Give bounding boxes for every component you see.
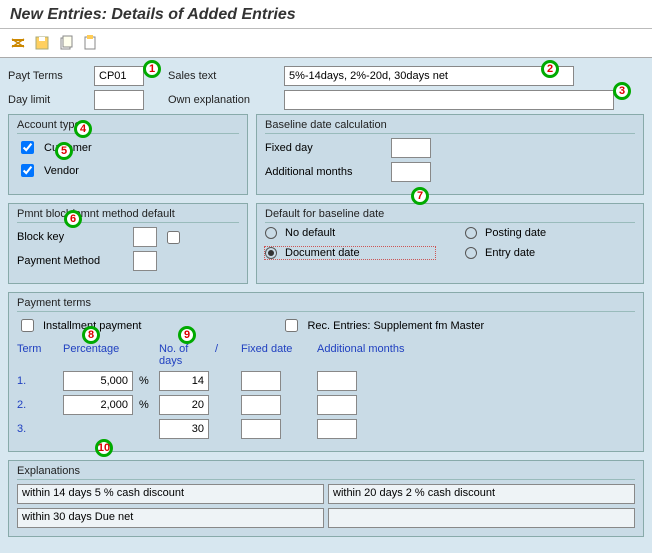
installment-checkbox[interactable] — [21, 319, 34, 332]
fixed-input-1[interactable] — [241, 371, 281, 391]
pct-input-1[interactable] — [63, 371, 133, 391]
days-input-3[interactable] — [159, 419, 209, 439]
block-key-input[interactable] — [133, 227, 157, 247]
col-days: No. of days — [159, 343, 209, 367]
col-term: Term — [17, 343, 57, 367]
paste-icon[interactable] — [82, 35, 98, 51]
marker-8: 8 — [82, 326, 100, 344]
day-limit-label: Day limit — [8, 94, 88, 106]
payt-terms-input[interactable] — [94, 66, 144, 86]
toolbar — [0, 29, 652, 58]
row-num: 1. — [17, 375, 57, 387]
pmnt-block-title: Pmnt block/pmnt method default — [17, 208, 239, 223]
marker-9: 9 — [178, 326, 196, 344]
fixed-day-label: Fixed day — [265, 142, 385, 154]
days-input-2[interactable] — [159, 395, 209, 415]
payment-terms-title: Payment terms — [17, 297, 635, 312]
row-num: 2. — [17, 399, 57, 411]
radio-document-date[interactable]: Document date — [265, 247, 435, 259]
marker-3: 3 — [613, 82, 631, 100]
expl-cell-3[interactable]: within 30 days Due net — [17, 508, 324, 528]
col-fixed: Fixed date — [241, 343, 311, 367]
marker-5: 5 — [55, 142, 73, 160]
toggle-icon[interactable] — [10, 35, 26, 51]
page-title: New Entries: Details of Added Entries — [0, 0, 652, 29]
marker-6: 6 — [64, 210, 82, 228]
col-pct: Percentage — [63, 343, 133, 367]
row-num: 3. — [17, 423, 57, 435]
months-input-1[interactable] — [317, 371, 357, 391]
col-months: Additional months — [317, 343, 407, 367]
table-row: 1. % — [17, 371, 635, 391]
own-expl-label: Own explanation — [168, 94, 278, 106]
save-icon[interactable] — [34, 35, 50, 51]
day-limit-input[interactable] — [94, 90, 144, 110]
account-type-title: Account type — [17, 119, 239, 134]
radio-entry-date-label: Entry date — [485, 247, 535, 259]
vendor-checkbox[interactable] — [21, 164, 34, 177]
radio-entry-date[interactable]: Entry date — [465, 247, 635, 259]
payment-method-input[interactable] — [133, 251, 157, 271]
months-input-3[interactable] — [317, 419, 357, 439]
months-input-2[interactable] — [317, 395, 357, 415]
radio-no-default[interactable]: No default — [265, 227, 435, 239]
vendor-label: Vendor — [44, 165, 79, 177]
marker-2: 2 — [541, 60, 559, 78]
payt-terms-label: Payt Terms — [8, 70, 88, 82]
expl-cell-1[interactable]: within 14 days 5 % cash discount — [17, 484, 324, 504]
marker-10: 10 — [95, 439, 113, 457]
block-key-extra-checkbox[interactable] — [167, 231, 180, 244]
customer-checkbox[interactable] — [21, 141, 34, 154]
block-key-label: Block key — [17, 231, 127, 243]
days-input-1[interactable] — [159, 371, 209, 391]
pct-suffix: % — [139, 375, 153, 387]
fixed-input-2[interactable] — [241, 395, 281, 415]
payment-method-label: Payment Method — [17, 255, 127, 267]
rec-entries-checkbox-wrap: Rec. Entries: Supplement fm Master — [281, 316, 484, 335]
fixed-input-3[interactable] — [241, 419, 281, 439]
sales-text-label: Sales text — [168, 70, 278, 82]
installment-checkbox-wrap: Installment payment — [17, 316, 141, 335]
expl-cell-4[interactable] — [328, 508, 635, 528]
content-area: 1 2 3 4 5 6 7 8 9 10 Payt Terms Sales te… — [0, 58, 652, 553]
add-months-label: Additional months — [265, 166, 385, 178]
fixed-day-input[interactable] — [391, 138, 431, 158]
marker-4: 4 — [74, 120, 92, 138]
radio-document-date-label: Document date — [285, 247, 360, 259]
marker-1: 1 — [143, 60, 161, 78]
baseline-calc-title: Baseline date calculation — [265, 119, 635, 134]
radio-posting-date[interactable]: Posting date — [465, 227, 635, 239]
table-row: 3. — [17, 419, 635, 439]
radio-posting-date-label: Posting date — [485, 227, 546, 239]
col-slash: / — [215, 343, 235, 367]
radio-no-default-label: No default — [285, 227, 335, 239]
pct-suffix: % — [139, 399, 153, 411]
sales-text-input[interactable] — [284, 66, 574, 86]
marker-7: 7 — [411, 187, 429, 205]
expl-cell-2[interactable]: within 20 days 2 % cash discount — [328, 484, 635, 504]
baseline-default-title: Default for baseline date — [265, 208, 635, 223]
explanations-title: Explanations — [17, 465, 635, 480]
table-row: 2. % — [17, 395, 635, 415]
pct-input-2[interactable] — [63, 395, 133, 415]
own-expl-input[interactable] — [284, 90, 614, 110]
rec-entries-label: Rec. Entries: Supplement fm Master — [307, 320, 484, 332]
copy-icon[interactable] — [58, 35, 74, 51]
add-months-input[interactable] — [391, 162, 431, 182]
rec-entries-checkbox[interactable] — [285, 319, 298, 332]
